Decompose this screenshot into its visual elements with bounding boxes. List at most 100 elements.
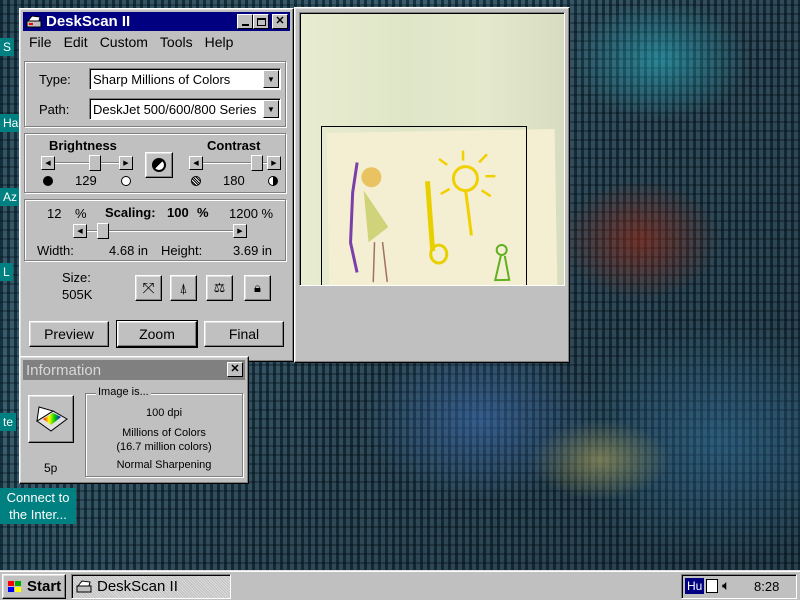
taskbar-task-label: DeskScan II <box>97 578 178 595</box>
window-title: DeskScan II <box>46 13 131 30</box>
preview-area[interactable] <box>299 12 565 286</box>
monitor-icon[interactable] <box>706 579 718 593</box>
size-label: Size: <box>62 270 91 285</box>
desktop-icon-label[interactable]: S <box>0 38 15 56</box>
minimize-icon <box>241 23 249 26</box>
contrast-left-arrow-icon[interactable]: ◀ <box>189 156 203 170</box>
scale-to-fit-button[interactable]: ⤧ <box>135 275 162 301</box>
auto-adjust-button[interactable] <box>145 152 173 178</box>
menu-custom[interactable]: Custom <box>94 32 154 52</box>
height-label: Height: <box>161 243 203 258</box>
close-icon: ✕ <box>230 363 240 375</box>
image-info-text: 100 dpi Millions of Colors (16.7 million… <box>86 406 242 472</box>
type-path-group: Type: Sharp Millions of Colors ▼ Path: D… <box>24 61 286 127</box>
width-value[interactable]: 4.68 in <box>109 243 148 258</box>
height-value[interactable]: 3.69 in <box>233 243 272 258</box>
menu-bar: File Edit Custom Tools Help <box>23 32 290 52</box>
path-value: DeskJet 500/600/800 Series <box>93 101 257 117</box>
speaker-icon[interactable]: 🔈︎ <box>722 577 730 594</box>
start-button[interactable]: Start <box>2 574 66 599</box>
brightness-value: 129 <box>75 173 97 188</box>
minimize-button[interactable] <box>237 14 253 29</box>
image-info-group: Image is... 100 dpi Millions of Colors (… <box>85 386 243 477</box>
taskbar-deskscan-button[interactable]: DeskScan II <box>71 574 231 599</box>
color-adjust-button[interactable]: ⚖ <box>206 275 233 301</box>
windows-logo-icon <box>8 580 21 592</box>
brightness-left-arrow-icon[interactable]: ◀ <box>41 156 55 170</box>
info-dpi: 100 dpi <box>145 407 183 419</box>
brightness-right-arrow-icon[interactable]: ▶ <box>119 156 133 170</box>
connect-internet-icon-label[interactable]: Connect to the Inter... <box>0 488 76 524</box>
brightness-label: Brightness <box>49 138 117 153</box>
menu-tools[interactable]: Tools <box>154 32 199 52</box>
type-value: Sharp Millions of Colors <box>93 71 231 87</box>
width-label: Width: <box>37 243 74 258</box>
scaling-left-arrow-icon[interactable]: ◀ <box>73 224 87 238</box>
brightness-thumb[interactable] <box>89 155 101 171</box>
scaling-slider[interactable]: ◀ ▶ <box>73 223 247 239</box>
desktop-icon-label[interactable]: L <box>0 263 13 281</box>
contrast-slider[interactable]: ◀ ▶ <box>189 155 281 171</box>
path-select[interactable]: DeskJet 500/600/800 Series ▼ <box>89 98 281 120</box>
scaling-right-arrow-icon[interactable]: ▶ <box>233 224 247 238</box>
scaling-min-unit: % <box>75 206 87 221</box>
path-label: Path: <box>39 102 70 117</box>
contrast-right-arrow-icon[interactable]: ▶ <box>267 156 281 170</box>
scaling-min: 12 <box>47 206 62 221</box>
contrast-thumb[interactable] <box>251 155 263 171</box>
scaling-max: 1200 % <box>229 206 274 221</box>
menu-help[interactable]: Help <box>199 32 240 52</box>
brightness-contrast-group: Brightness ◀ ▶ 129 Contrast ◀ ▶ 180 <box>24 133 286 193</box>
information-window: Information ✕ 5p Image is... 100 dpi Mil… <box>19 356 249 484</box>
type-label: Type: <box>39 72 71 87</box>
scanner-icon <box>36 406 68 432</box>
scaling-group: 12 % Scaling: 100 % 1200 % ◀ ▶ Width: 4.… <box>24 199 286 261</box>
taskbar: Start DeskScan II Hu 🔈︎ 8:28 <box>0 570 800 600</box>
brightness-light-icon <box>121 176 131 186</box>
brightness-slider[interactable]: ◀ ▶ <box>41 155 133 171</box>
maximize-button[interactable] <box>253 14 269 29</box>
size-value: 505K <box>62 287 93 302</box>
close-icon: ✕ <box>275 15 285 27</box>
type-dropdown-arrow-icon[interactable]: ▼ <box>263 70 279 88</box>
color-adjust-icon: ⚖ <box>213 280 226 295</box>
system-tray: Hu 🔈︎ 8:28 <box>681 574 797 599</box>
final-button[interactable]: Final <box>204 321 284 347</box>
selection-rectangle[interactable] <box>321 126 527 285</box>
contrast-high-icon <box>268 176 278 186</box>
scaling-thumb[interactable] <box>97 223 109 239</box>
lock-button[interactable]: 🔒︎ <box>244 275 271 301</box>
info-title: Information <box>26 361 102 379</box>
close-button[interactable]: ✕ <box>272 14 288 29</box>
scaling-value: 100 <box>167 205 189 220</box>
title-bar[interactable]: DeskScan II ✕ <box>23 12 290 31</box>
info-colors-1: Millions of Colors <box>122 427 206 439</box>
info-colors-2: (16.7 million colors) <box>116 441 212 453</box>
preview-window <box>294 7 570 363</box>
info-title-bar[interactable]: Information ✕ <box>23 360 245 380</box>
deskscan-window: DeskScan II ✕ File Edit Custom Tools Hel… <box>19 8 294 362</box>
mirror-button[interactable]: ⍋ <box>170 275 197 301</box>
maximize-icon <box>256 17 266 26</box>
scanner-app-icon <box>26 14 42 27</box>
image-group-label: Image is... <box>96 386 151 398</box>
clock[interactable]: 8:28 <box>754 579 779 594</box>
zoom-button[interactable]: Zoom <box>116 320 198 348</box>
menu-file[interactable]: File <box>23 32 58 52</box>
desktop-icon-label[interactable]: te <box>0 413 17 431</box>
path-dropdown-arrow-icon[interactable]: ▼ <box>263 100 279 118</box>
info-close-button[interactable]: ✕ <box>227 362 243 377</box>
lock-icon: 🔒︎ <box>254 280 261 295</box>
language-indicator[interactable]: Hu <box>685 578 705 594</box>
type-select[interactable]: Sharp Millions of Colors ▼ <box>89 68 281 90</box>
preview-button[interactable]: Preview <box>29 321 109 347</box>
info-count: 5p <box>44 461 58 475</box>
contrast-value: 180 <box>223 173 245 188</box>
auto-contrast-icon <box>152 158 166 172</box>
desktop-icon-label[interactable]: Az <box>0 188 21 206</box>
scaling-label: Scaling: <box>105 205 156 220</box>
info-sharpening: Normal Sharpening <box>116 459 212 471</box>
menu-edit[interactable]: Edit <box>58 32 94 52</box>
scanner-icon-button[interactable] <box>28 395 74 443</box>
brightness-dark-icon <box>43 176 53 186</box>
